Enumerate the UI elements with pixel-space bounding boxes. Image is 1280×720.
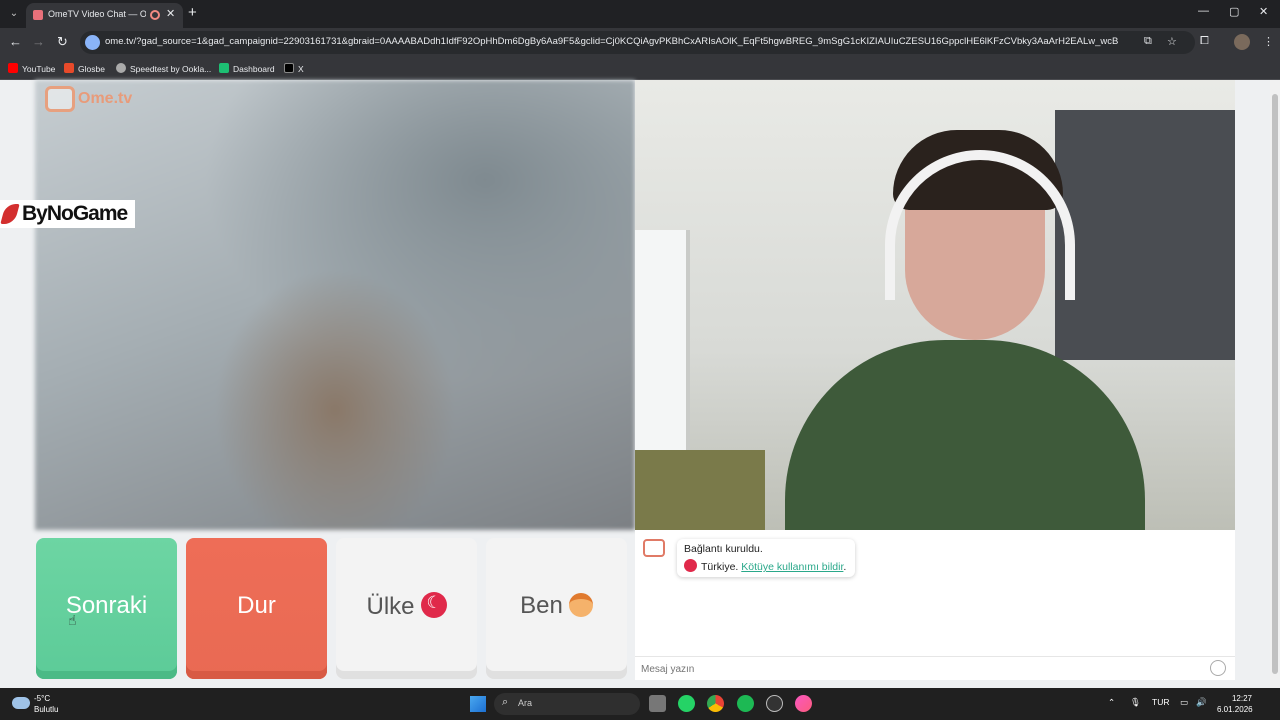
minimize-button[interactable]: — (1198, 5, 1209, 17)
maximize-button[interactable]: ▢ (1229, 5, 1239, 18)
back-button[interactable]: ← (9, 34, 22, 49)
tab-close-icon[interactable]: ✕ (166, 7, 175, 20)
bynogame-overlay: ByNoGame (0, 200, 135, 228)
windows-taskbar: -5°C Bulutlu ⌕ Ara ⌃ 🎙 TUR ▭ 🔊 12:27 6.01.2… (0, 688, 1280, 720)
bookmark-speedtest[interactable]: Speedtest by Ookla... (116, 61, 211, 77)
ometv-logo[interactable]: Ome.tv (45, 86, 132, 114)
weather-widget[interactable]: -5°C Bulutlu (34, 693, 58, 715)
next-button[interactable]: Sonraki (36, 538, 177, 679)
recording-indicator-icon (150, 10, 160, 20)
bookmark-star-icon[interactable]: ☆ (1167, 35, 1177, 48)
tab-search-chevron-icon[interactable]: ⌄ (6, 6, 22, 22)
task-view-icon[interactable] (649, 695, 666, 712)
input-language[interactable]: TUR (1152, 697, 1169, 707)
bookmark-x[interactable]: X (284, 61, 304, 77)
bookmark-glosbe[interactable]: Glosbe (64, 61, 105, 77)
x-icon (284, 63, 294, 73)
url-text[interactable]: ome.tv/?gad_source=1&gad_campaignid=2290… (105, 36, 1135, 47)
person-shirt (785, 340, 1145, 530)
dashboard-icon (219, 63, 229, 73)
menu-kebab-icon[interactable]: ⋮ (1263, 35, 1274, 48)
bookmark-youtube[interactable]: YouTube (8, 61, 55, 77)
boy-face-icon (568, 593, 593, 617)
network-icon[interactable]: ▭ (1180, 697, 1188, 708)
chat-panel: Bağlantı kuruldu. Türkiye. Kötüye kullan… (635, 530, 1235, 680)
tv-logo-icon (45, 86, 75, 112)
turkey-flag-icon (684, 559, 697, 572)
bookmark-dashboard[interactable]: Dashboard (219, 61, 275, 77)
mouse-cursor-icon: ☝ (68, 612, 77, 628)
report-abuse-link[interactable]: Kötüye kullanımı bildir (741, 561, 843, 573)
microphone-icon[interactable]: 🎙 (1130, 697, 1141, 708)
volume-icon[interactable]: 🔊 (1196, 697, 1207, 708)
itunes-icon[interactable] (795, 695, 812, 712)
chrome-icon[interactable] (707, 695, 724, 712)
ometv-favicon-icon (33, 10, 43, 20)
emoji-icon[interactable] (1210, 660, 1226, 676)
extensions-icon[interactable]: ⧠ (1200, 35, 1209, 48)
bookmarks-bar: YouTube Glosbe Speedtest by Ookla... Das… (0, 58, 1280, 80)
cast-icon[interactable]: ⧉ (1144, 35, 1152, 48)
background-sofa (635, 450, 765, 530)
cloud-icon[interactable] (12, 697, 30, 709)
profile-avatar[interactable] (1234, 34, 1250, 50)
tab-title: OmeTV Video Chat — Ome (48, 9, 146, 19)
self-video (635, 80, 1235, 530)
scrollbar-thumb[interactable] (1272, 94, 1278, 674)
stop-button[interactable]: Dur (186, 538, 327, 679)
country-button[interactable]: Ülke (336, 538, 477, 679)
tab-ometv[interactable]: OmeTV Video Chat — Ome ✕ (26, 3, 183, 28)
new-tab-button[interactable]: + (188, 4, 197, 21)
bynogame-logo-icon (0, 204, 20, 224)
tab-strip: ⌄ OmeTV Video Chat — Ome ✕ + — ▢ ✕ (0, 0, 1280, 28)
address-bar[interactable]: ome.tv/?gad_source=1&gad_campaignid=2290… (80, 31, 1195, 54)
glosbe-icon (64, 63, 74, 73)
whatsapp-icon[interactable] (678, 695, 695, 712)
reload-button[interactable]: ↻ (57, 34, 68, 50)
youtube-icon (8, 63, 18, 73)
taskbar-search[interactable]: ⌕ Ara (494, 693, 640, 715)
browser-toolbar: ← → ↻ ome.tv/?gad_source=1&gad_campaigni… (0, 28, 1280, 58)
me-button[interactable]: Ben (486, 538, 627, 679)
site-info-icon[interactable] (85, 35, 100, 50)
windows-start-icon[interactable] (470, 696, 486, 712)
steam-icon[interactable] (766, 695, 783, 712)
background-cabinet (1055, 110, 1235, 360)
spotify-icon[interactable] (737, 695, 754, 712)
forward-button[interactable]: → (32, 34, 45, 49)
system-message: Bağlantı kuruldu. Türkiye. Kötüye kullan… (677, 539, 855, 577)
tray-overflow-icon[interactable]: ⌃ (1108, 697, 1115, 708)
window-close-button[interactable]: ✕ (1259, 5, 1268, 18)
page-scrollbar[interactable] (1270, 80, 1280, 688)
stranger-video (35, 80, 635, 530)
search-icon: ⌕ (502, 696, 509, 708)
speedtest-icon (116, 63, 126, 73)
chat-input-row (635, 656, 1235, 680)
ometv-system-icon (643, 539, 665, 557)
message-input[interactable] (641, 661, 1201, 677)
ometv-page: Ome.tv ByNoGame Sonraki Dur Ülke Ben ☝ B… (0, 80, 1270, 688)
taskbar-clock[interactable]: 12:27 6.01.2026 (1217, 693, 1253, 715)
turkey-flag-icon (420, 592, 447, 618)
